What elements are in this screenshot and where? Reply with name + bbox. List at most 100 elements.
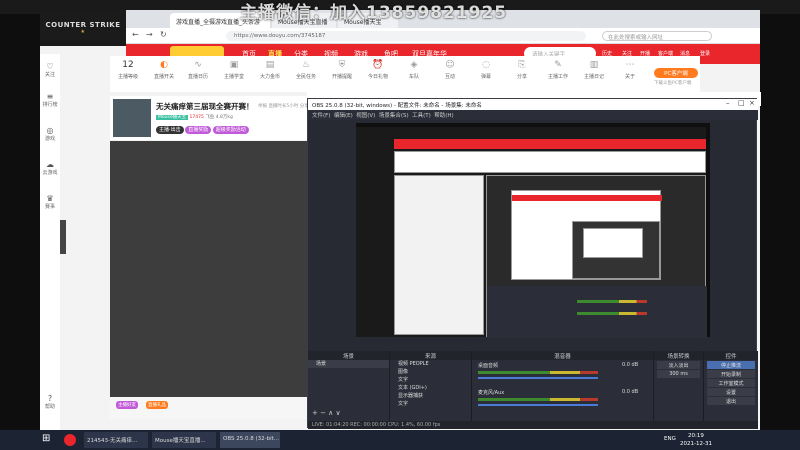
source-item[interactable]: 文字	[390, 376, 471, 384]
taskbar-app[interactable]: Mouse播天宝直播...	[152, 432, 216, 448]
controls-header: 控件	[704, 351, 758, 360]
sources-header: 来源	[390, 351, 471, 360]
pc-client-subtext: 下载斗鱼PC客户端	[654, 81, 692, 86]
taskbar-app[interactable]: OBS 25.0.8 (32-bit...	[220, 432, 280, 448]
book-icon: ▤	[265, 60, 275, 70]
reward-button[interactable]: 直播奖励	[185, 126, 212, 134]
cat-item[interactable]: ⏰ 今日礼物	[364, 60, 392, 80]
taskbar-clock[interactable]: 20:19 2021-12-31	[680, 432, 712, 448]
alarm-icon: ⏰	[372, 60, 384, 70]
exit-button[interactable]: 退出	[707, 397, 755, 405]
source-item[interactable]: 图像	[390, 368, 471, 376]
settings-button[interactable]: 设置	[707, 388, 755, 396]
source-item[interactable]: 显示器捕获	[390, 392, 471, 400]
cat-item[interactable]: ⛨ 开播提醒	[328, 60, 356, 80]
rail-follow[interactable]: ♡ 关注	[40, 62, 60, 78]
menu-edit[interactable]: 编辑(E)	[334, 113, 353, 119]
rail-cloud-games[interactable]: ☁ 云游戏	[40, 160, 60, 176]
nested-obs	[572, 221, 660, 279]
close-icon[interactable]: ×	[749, 99, 755, 107]
source-item[interactable]: 文本 (GDI+)	[390, 384, 471, 392]
volume-slider[interactable]	[478, 404, 598, 406]
browser-search-field[interactable]: 在此处搜索或输入网址	[602, 31, 712, 41]
cat-item[interactable]: ◌ 弹幕	[472, 60, 500, 80]
cloud-icon: ☁	[46, 160, 54, 169]
cat-item[interactable]: ☺ 互动	[436, 60, 464, 80]
studio-mode-button[interactable]: 工作室模式	[707, 379, 755, 387]
scenes-header: 场景	[308, 351, 389, 360]
url-field[interactable]: https://www.douyu.com/3745187	[226, 31, 586, 41]
audio-meter	[478, 398, 598, 401]
controls-dock: 控件 停止推流 开始录制 工作室模式 设置 退出	[704, 351, 758, 429]
mixer-dock: 混音器 桌面音频 0.0 dB 麦克风/Aux 0.0 dB	[472, 351, 654, 429]
cat-item[interactable]: ♨ 全民任务	[292, 60, 320, 80]
shield-icon: ⛨	[338, 60, 346, 70]
rail-events[interactable]: ♛ 赛事	[40, 194, 60, 210]
source-item[interactable]: 文字	[390, 400, 471, 408]
menu-tools[interactable]: 工具(T)	[412, 113, 431, 119]
start-recording-button[interactable]: 开始录制	[707, 370, 755, 378]
streamer-watermark: 主播微信：加入13859821925	[240, 3, 508, 23]
level-item[interactable]: 12 主播等级	[114, 60, 142, 80]
cat-item[interactable]: ▤ 大力金币	[256, 60, 284, 80]
obs-window: OBS 25.0.8 (32-bit, windows) - 配置文件: 未命名…	[307, 98, 758, 429]
bottom-badges: 主播好友 直播礼品	[110, 397, 307, 419]
captured-meter	[577, 300, 647, 303]
cat-item[interactable]: ◈ 车队	[400, 60, 428, 80]
menu-view[interactable]: 视图(V)	[356, 113, 375, 119]
rail-rank[interactable]: ≡ 排行榜	[40, 92, 60, 108]
streamer-button[interactable]: 主播·出击	[156, 126, 184, 134]
streamer-avatar[interactable]	[113, 99, 151, 137]
address-bar: ← → ↻ https://www.douyu.com/3745187 在此处搜…	[126, 28, 760, 44]
cat-item[interactable]: ⎘ 分享	[508, 60, 536, 80]
super-reward-button[interactable]: 超级奖励活动	[212, 126, 249, 134]
windows-start-icon[interactable]: ⊞	[42, 433, 54, 445]
cat-item[interactable]: ✎ 主播工作	[544, 60, 572, 80]
transition-select[interactable]: 淡入淡出	[657, 361, 700, 369]
obs-title: OBS 25.0.8 (32-bit, windows) - 配置文件: 未命名…	[308, 99, 758, 110]
login-link[interactable]: 登录	[700, 50, 710, 57]
scenes-dock: 场景 场景 + − ∧ ∨	[308, 351, 390, 429]
scene-item[interactable]: 场景	[308, 360, 389, 368]
flame-icon: ♨	[301, 60, 311, 70]
menu-file[interactable]: 文件(F)	[312, 113, 330, 119]
forward-icon[interactable]: →	[146, 30, 153, 39]
back-icon[interactable]: ←	[132, 30, 139, 39]
gift-icon: ◈	[410, 60, 418, 70]
source-item[interactable]: 视频 PEOPLE	[390, 360, 471, 368]
badge-friends[interactable]: 主播好友	[116, 401, 138, 409]
room-tags: Mouse播天宝 17475 飞鱼 4.8万kg	[156, 115, 233, 120]
rail-games[interactable]: ◎ 游戏	[40, 126, 60, 142]
captured-browser	[356, 127, 707, 338]
badge-gifts[interactable]: 直播礼品	[146, 401, 168, 409]
cat-item[interactable]: ◐ 直播开关	[150, 60, 178, 80]
rail-collapse-handle[interactable]	[60, 220, 66, 254]
share-icon: ⎘	[518, 60, 526, 70]
captured-meter	[577, 312, 647, 315]
stop-stream-button[interactable]: 停止推流	[707, 361, 755, 369]
counter-strike-logo: COUNTER STRIKE ★	[40, 10, 126, 46]
scene-add-icon[interactable]: + − ∧ ∨	[312, 409, 341, 417]
menu-scene-collection[interactable]: 场景集合(S)	[379, 113, 409, 119]
cat-item[interactable]: ⋯ 关于	[616, 60, 644, 80]
cat-item[interactable]: ∿ 直播日历	[184, 60, 212, 80]
maximize-icon[interactable]: □	[738, 99, 745, 107]
taskbar-app[interactable]: 214543-无关痛痒...	[84, 432, 148, 448]
duration-field[interactable]: 300 ms	[657, 370, 700, 378]
language-indicator[interactable]: ENG	[664, 436, 676, 442]
heart-icon: ♡	[46, 62, 54, 71]
obs-preview[interactable]	[356, 123, 710, 338]
volume-slider[interactable]	[478, 377, 598, 379]
pc-client-button[interactable]: PC客户端	[654, 68, 698, 78]
transitions-header: 场景转换	[654, 351, 703, 360]
video-player[interactable]	[110, 141, 307, 397]
chrome-icon[interactable]	[64, 434, 76, 446]
cat-item[interactable]: ▥ 主播日记	[580, 60, 608, 80]
minimize-icon[interactable]: –	[726, 99, 730, 107]
menu-help[interactable]: 帮助(H)	[434, 113, 453, 119]
captured-obs	[486, 175, 707, 338]
captured-room-panel	[394, 175, 484, 335]
cat-item[interactable]: ▣ 主播学堂	[220, 60, 248, 80]
rail-help[interactable]: ? 帮助	[40, 394, 60, 410]
refresh-icon[interactable]: ↻	[160, 30, 167, 39]
